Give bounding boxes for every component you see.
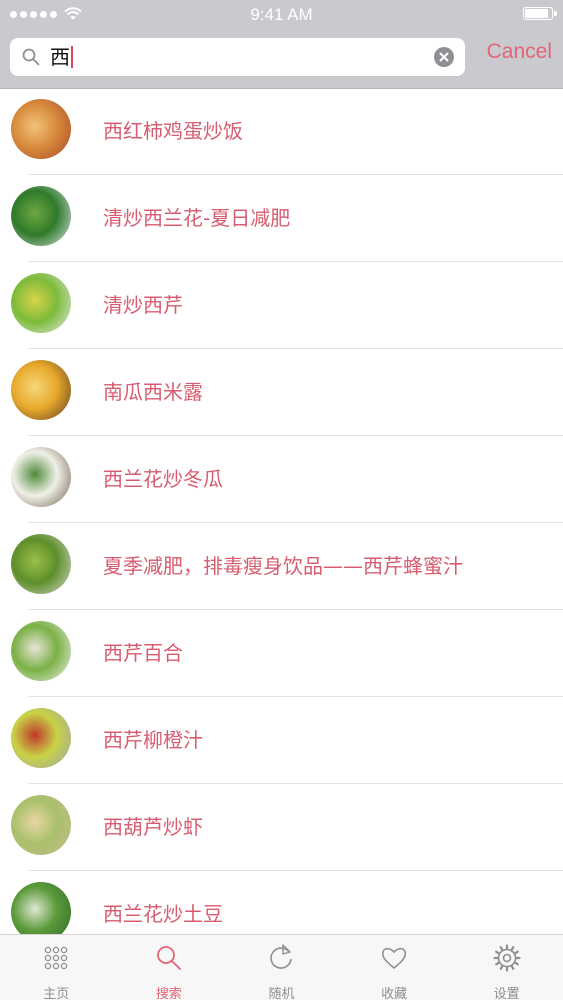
tab-search[interactable]: 搜索: [113, 935, 226, 1002]
recipe-thumbnail: [11, 447, 71, 507]
search-field[interactable]: 西: [10, 38, 465, 76]
recipe-thumbnail: [11, 186, 71, 246]
search-results-list: 西红柿鸡蛋炒饭清炒西兰花-夏日减肥 清炒西芹南瓜西米露西兰花炒冬瓜夏季减肥，排毒瘦…: [0, 88, 563, 934]
list-item[interactable]: 西兰花炒冬瓜: [0, 436, 563, 523]
recipe-thumbnail: [11, 360, 71, 420]
gear-icon: [493, 944, 521, 972]
list-item[interactable]: 清炒西兰花-夏日减肥: [0, 175, 563, 262]
clear-search-icon[interactable]: [434, 47, 454, 67]
battery-icon: [523, 7, 557, 20]
recipe-thumbnail: [11, 708, 71, 768]
recipe-thumbnail: [11, 621, 71, 681]
recipe-title: 西兰花炒冬瓜: [103, 467, 223, 491]
tab-label: 设置: [493, 987, 520, 1002]
list-item[interactable]: 西红柿鸡蛋炒饭: [0, 88, 563, 175]
cancel-button[interactable]: Cancel: [487, 40, 552, 64]
recipe-title: 西芹柳橙汁: [103, 728, 203, 752]
grid-icon: [45, 946, 68, 970]
recipe-title: 清炒西兰花-夏日减肥: [103, 206, 291, 230]
list-item[interactable]: 清炒西芹: [0, 262, 563, 349]
recipe-title: 西兰花炒土豆: [103, 902, 223, 926]
tab-label: 主页: [43, 987, 70, 1002]
tab-heart[interactable]: 收藏: [338, 935, 451, 1002]
recipe-thumbnail: [11, 534, 71, 594]
recipe-thumbnail: [11, 882, 71, 934]
text-caret: [71, 45, 73, 68]
tab-refresh[interactable]: 随机: [225, 935, 338, 1002]
tab-gear[interactable]: 设置: [450, 935, 563, 1002]
tab-label: 随机: [268, 987, 295, 1002]
heart-icon: [382, 947, 407, 969]
list-item[interactable]: 西葫芦炒虾: [0, 784, 563, 871]
recipe-thumbnail: [11, 99, 71, 159]
recipe-thumbnail: [11, 273, 71, 333]
tab-bar: 主页 搜索 随机 收藏 设置: [0, 934, 563, 1002]
search-icon: [156, 946, 181, 970]
tab-label: 搜索: [155, 987, 182, 1002]
list-item[interactable]: 西芹柳橙汁: [0, 697, 563, 784]
recipe-title: 夏季减肥，排毒瘦身饮品——西芹蜂蜜汁: [103, 554, 463, 578]
list-item[interactable]: 南瓜西米露: [0, 349, 563, 436]
recipe-title: 西葫芦炒虾: [103, 815, 203, 839]
recipe-title: 南瓜西米露: [103, 380, 203, 404]
refresh-icon: [270, 944, 293, 969]
status-bar: 9:41 AM: [0, 0, 563, 30]
tab-grid[interactable]: 主页: [0, 935, 113, 1002]
list-item[interactable]: 夏季减肥，排毒瘦身饮品——西芹蜂蜜汁: [0, 523, 563, 610]
recipe-thumbnail: [11, 795, 71, 855]
search-query: 西: [50, 45, 70, 69]
recipe-title: 西芹百合: [103, 641, 183, 665]
list-item[interactable]: 西芹百合: [0, 610, 563, 697]
list-item[interactable]: 西兰花炒土豆: [0, 871, 563, 934]
recipe-title: 清炒西芹: [103, 293, 183, 317]
status-time: 9:41 AM: [250, 5, 313, 24]
recipe-title: 西红柿鸡蛋炒饭: [103, 119, 243, 143]
search-icon: [22, 48, 40, 66]
tab-label: 收藏: [381, 987, 408, 1002]
search-input[interactable]: 西: [50, 38, 73, 76]
search-bar: 西 Cancel: [0, 30, 563, 89]
